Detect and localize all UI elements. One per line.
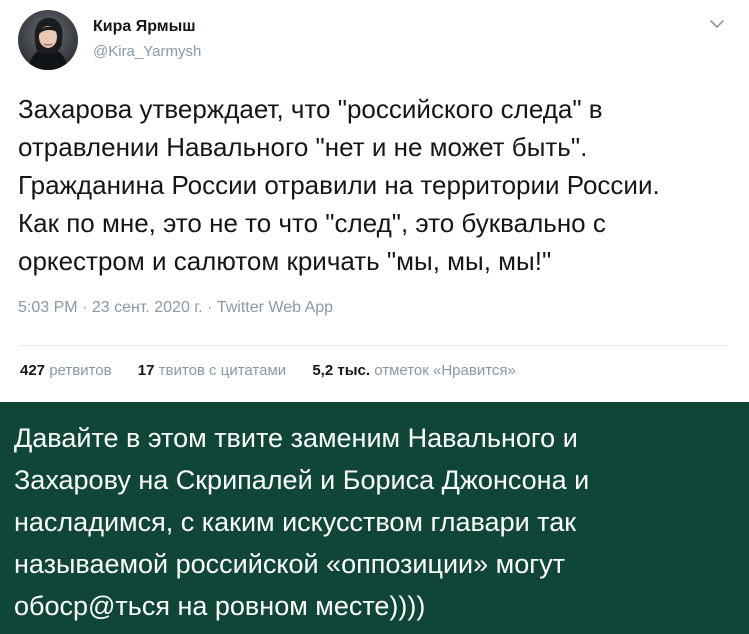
quotes-label: твитов с цитатами: [158, 362, 287, 379]
tweet-text: Захарова утверждает, что "российского сл…: [18, 90, 743, 280]
tweet-card: Кира Ярмыш @Kira_Yarmysh Захарова утверж…: [0, 0, 749, 402]
caption-text: Давайте в этом твите заменим Навального …: [14, 417, 739, 627]
caption-line: называемой российской «оппозиции» могут: [14, 549, 565, 579]
caption-line: Захарову на Скрипалей и Бориса Джонсона …: [14, 465, 590, 495]
author-avatar[interactable]: [18, 10, 78, 70]
tweet-text-line: оркестром и салютом кричать "мы, мы, мы!…: [18, 246, 552, 276]
caption-overlay: Давайте в этом твите заменим Навального …: [0, 402, 749, 634]
tweet-stats: 427 ретвитов 17 твитов с цитатами 5,2 ты…: [20, 362, 538, 379]
tweet-text-line: Как по мне, это не то что "след", это бу…: [18, 208, 606, 238]
screenshot-page: Кира Ярмыш @Kira_Yarmysh Захарова утверж…: [0, 0, 749, 634]
likes-stat[interactable]: 5,2 тыс. отметок «Нравится»: [312, 362, 516, 379]
quotes-stat[interactable]: 17 твитов с цитатами: [138, 362, 286, 379]
caption-line: обоср@ться на ровном месте)))): [14, 591, 426, 621]
retweets-label: ретвитов: [49, 362, 112, 379]
tweet-text-line: Гражданина России отравили на территории…: [18, 170, 660, 200]
chevron-down-icon: [710, 20, 724, 28]
retweets-count: 427: [20, 362, 46, 379]
quotes-count: 17: [137, 362, 155, 379]
tweet-date[interactable]: 23 сент. 2020 г.: [92, 299, 203, 316]
tweet-text-line: отравлении Навального "нет и не может бы…: [18, 132, 588, 162]
likes-count: 5,2 тыс.: [312, 362, 371, 379]
user-avatar-photo-icon: [18, 10, 78, 70]
meta-separator: ·: [207, 299, 213, 316]
retweets-stat[interactable]: 427 ретвитов: [20, 362, 112, 379]
caption-line: насладимся, с каким искусством главари т…: [14, 507, 577, 537]
tweet-time[interactable]: 5:03 PM: [18, 299, 78, 316]
author-name[interactable]: Кира Ярмыш: [93, 18, 196, 36]
tweet-metadata: 5:03 PM · 23 сент. 2020 г. · Twitter Web…: [18, 299, 333, 317]
caption-line: Давайте в этом твите заменим Навального …: [14, 423, 578, 453]
author-handle[interactable]: @Kira_Yarmysh: [93, 43, 201, 60]
meta-separator: ·: [82, 299, 88, 316]
divider: [18, 345, 728, 346]
tweet-menu-button[interactable]: [707, 16, 727, 32]
tweet-text-line: Захарова утверждает, что "российского сл…: [18, 94, 603, 124]
likes-label: отметок «Нравится»: [374, 362, 516, 379]
tweet-source[interactable]: Twitter Web App: [217, 299, 333, 316]
